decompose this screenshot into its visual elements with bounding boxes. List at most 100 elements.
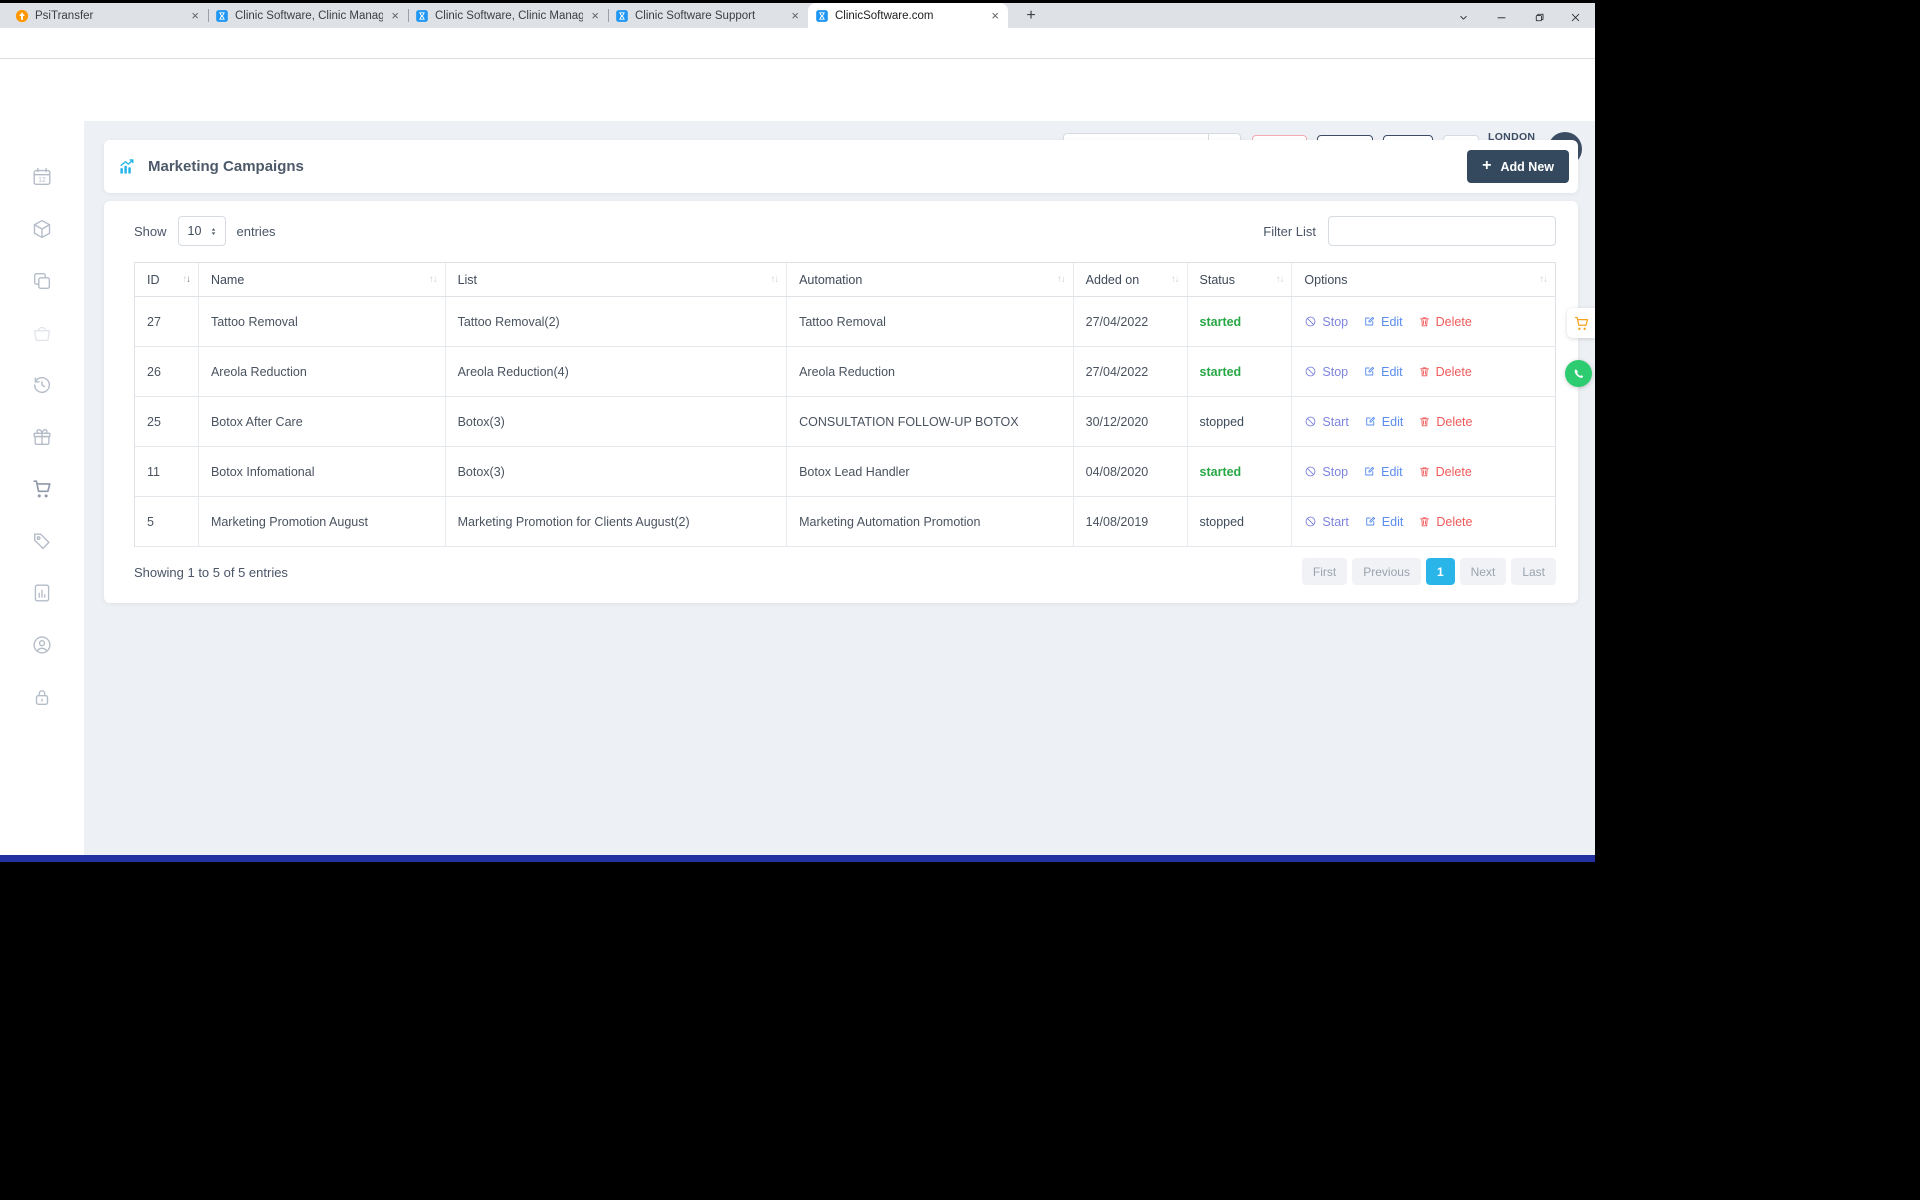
sidebar-cube-icon[interactable] [31,218,53,240]
page-button-1[interactable]: 1 [1426,558,1455,585]
browser-tab-clinic-software-clinic-manageme[interactable]: Clinic Software, Clinic Manageme × [408,3,608,28]
page-button-next[interactable]: Next [1460,558,1507,585]
browser-tab-clinic-software-clinic-manageme[interactable]: Clinic Software, Clinic Manageme × [208,3,408,28]
sidebar-calendar-icon[interactable]: 12 [31,166,53,188]
clinicsoftware-favicon [615,9,629,23]
col-header-options[interactable]: Options↑↓ [1292,263,1555,296]
cell-added-on: 04/08/2020 [1074,447,1188,496]
page-size-select[interactable]: 10 [178,216,226,246]
tab-title: Clinic Software Support [635,10,783,22]
stop-action[interactable]: Stop [1304,315,1348,329]
sidebar-user-icon[interactable] [31,634,53,656]
add-new-button[interactable]: + Add New [1467,150,1569,183]
filter-input[interactable] [1328,216,1556,246]
col-header-id[interactable]: ID↑↓ [135,263,199,296]
start-action[interactable]: Start [1304,415,1348,429]
sort-icon: ↑↓ [771,274,779,285]
stop-action[interactable]: Stop [1304,365,1348,379]
sidebar-tag-icon[interactable] [31,530,53,552]
tab-close-icon[interactable]: × [189,8,201,23]
status-badge: stopped [1200,515,1244,529]
page-title-card: Marketing Campaigns + Add New [104,140,1578,193]
sidebar-cart-icon[interactable] [31,478,53,500]
browser-tab-clinic-software-support[interactable]: Clinic Software Support × [608,3,808,28]
sidebar-gift-icon[interactable] [31,426,53,448]
show-label: Show [134,224,167,239]
sidebar-copy-icon[interactable] [31,270,53,292]
slash-icon [1304,465,1317,478]
action-label: Stop [1322,315,1348,329]
trash-icon [1418,315,1431,328]
action-label: Delete [1436,515,1472,529]
browser-tab-clinicsoftware-com[interactable]: ClinicSoftware.com × [808,3,1008,28]
minimize-icon[interactable] [1487,6,1515,28]
sidebar-lock-icon[interactable] [31,686,53,708]
cell-status: stopped [1188,497,1293,546]
sort-icon: ↑↓ [1171,274,1179,285]
whatsapp-widget[interactable] [1565,360,1592,387]
delete-action[interactable]: Delete [1418,415,1472,429]
cell-id: 5 [135,497,199,546]
col-header-automation[interactable]: Automation↑↓ [787,263,1074,296]
edit-action[interactable]: Edit [1363,465,1403,479]
edit-action[interactable]: Edit [1364,515,1404,529]
svg-text:12: 12 [38,177,46,184]
cell-added-on: 27/04/2022 [1074,347,1188,396]
col-header-label: ID [147,273,160,287]
close-window-icon[interactable] [1561,6,1589,28]
page-button-last[interactable]: Last [1511,558,1556,585]
col-header-added-on[interactable]: Added on↑↓ [1074,263,1188,296]
cell-list: Botox(3) [446,397,788,446]
tab-close-icon[interactable]: × [789,8,801,23]
page-button-first[interactable]: First [1302,558,1347,585]
page-button-previous[interactable]: Previous [1352,558,1421,585]
restore-icon[interactable] [1525,6,1553,28]
new-tab-button[interactable]: + [1018,4,1044,27]
trash-icon [1418,515,1431,528]
table-row: 27Tattoo RemovalTattoo Removal(2)Tattoo … [135,297,1555,347]
cell-list: Botox(3) [446,447,788,496]
edit-action[interactable]: Edit [1364,415,1404,429]
browser-tab-psitransfer[interactable]: PsiTransfer× [8,3,208,28]
tab-close-icon[interactable]: × [389,8,401,23]
status-badge: started [1200,465,1242,479]
tab-title: ClinicSoftware.com [835,10,983,22]
col-header-name[interactable]: Name↑↓ [199,263,446,296]
action-label: Edit [1381,465,1403,479]
cell-name: Botox Infomational [199,447,446,496]
tab-close-icon[interactable]: × [589,8,601,23]
tabs-container: PsiTransfer×Clinic Software, Clinic Mana… [8,3,1008,28]
delete-action[interactable]: Delete [1418,465,1472,479]
col-header-status[interactable]: Status↑↓ [1188,263,1293,296]
stop-action[interactable]: Stop [1304,465,1348,479]
tab-title: Clinic Software, Clinic Manageme [235,10,383,22]
cart-widget[interactable] [1567,308,1595,338]
clinicsoftware-favicon [215,9,229,23]
sort-icon: ↑↓ [1276,274,1284,285]
delete-action[interactable]: Delete [1418,515,1472,529]
tab-title: Clinic Software, Clinic Manageme [435,10,583,22]
edit-action[interactable]: Edit [1363,365,1403,379]
sidebar-basket-icon[interactable] [31,322,53,344]
window-menu-caret-icon[interactable] [1449,6,1477,28]
sidebar-history-icon[interactable] [31,374,53,396]
col-header-label: Name [211,273,244,287]
tab-close-icon[interactable]: × [989,8,1001,23]
start-action[interactable]: Start [1304,515,1348,529]
psitransfer-favicon [15,9,29,23]
cell-list: Tattoo Removal(2) [446,297,788,346]
delete-action[interactable]: Delete [1418,315,1472,329]
cell-status: started [1188,447,1293,496]
col-header-list[interactable]: List↑↓ [446,263,788,296]
action-label: Start [1322,415,1348,429]
action-label: Edit [1381,315,1403,329]
sort-icon: ↑↓ [1540,274,1548,285]
cell-id: 27 [135,297,199,346]
action-label: Start [1322,515,1348,529]
sidebar-report-icon[interactable] [31,582,53,604]
delete-action[interactable]: Delete [1418,365,1472,379]
cell-list: Areola Reduction(4) [446,347,788,396]
edit-icon [1363,465,1376,478]
edit-action[interactable]: Edit [1363,315,1403,329]
left-sidebar: 12 [0,121,84,855]
